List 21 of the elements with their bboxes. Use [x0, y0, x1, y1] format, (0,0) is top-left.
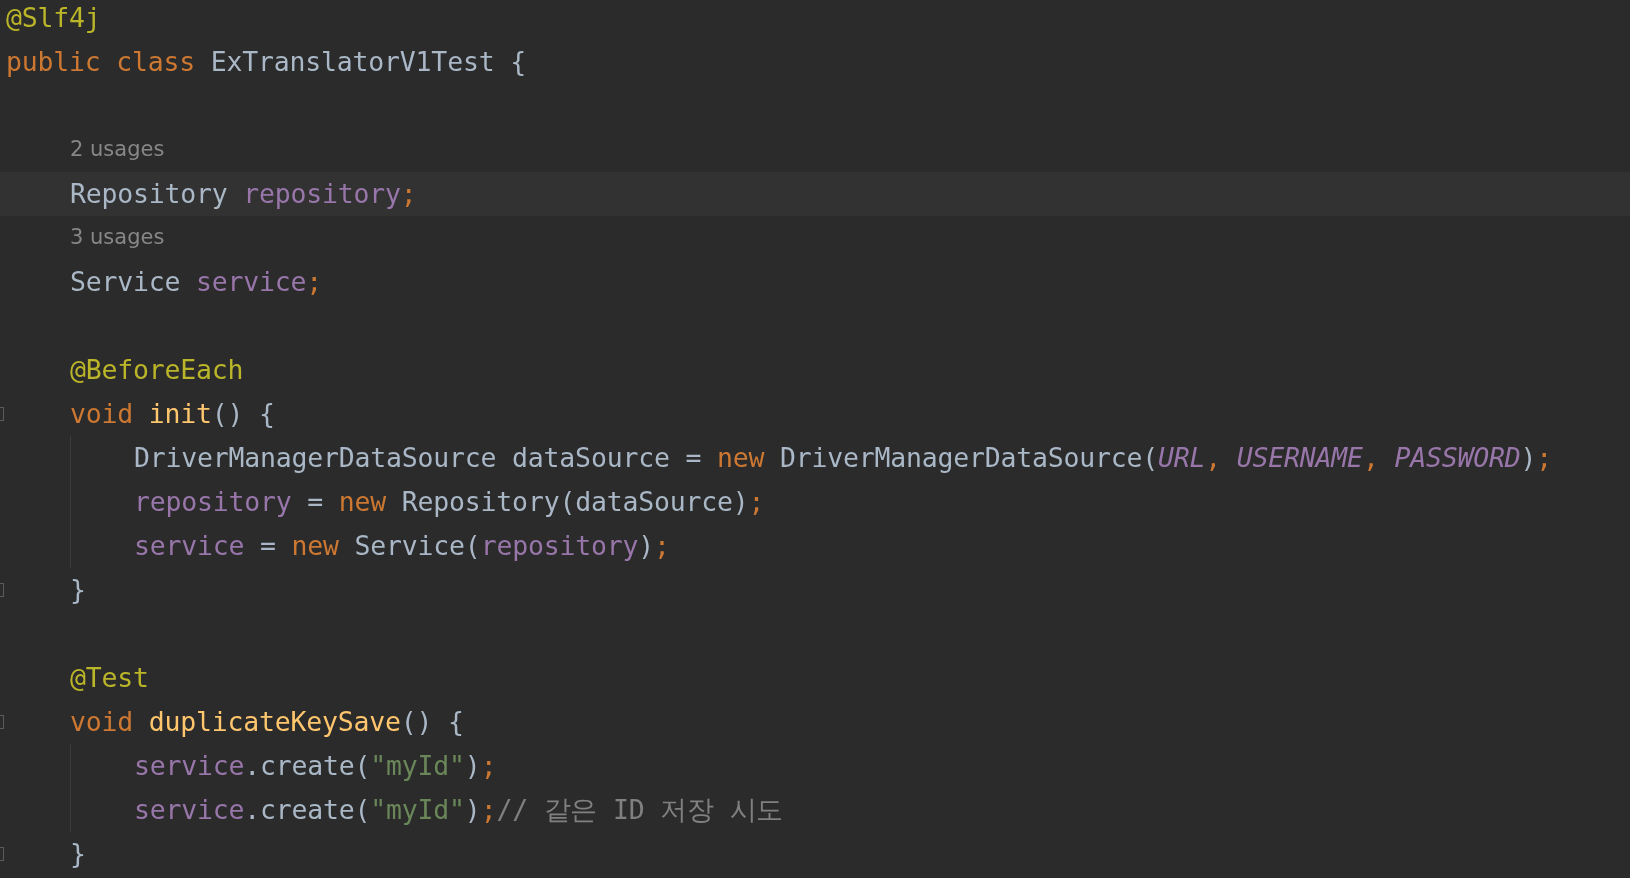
usages-hint[interactable]: 3 usages	[70, 222, 165, 254]
usages-hint[interactable]: 2 usages	[70, 134, 165, 166]
code-line: void duplicateKeySave() {	[70, 705, 464, 740]
code-line: service.create("myId");// 같은 ID 저장 시도	[134, 793, 784, 828]
code-line: service.create("myId");	[134, 749, 497, 784]
code-line: Repository repository;	[70, 177, 417, 212]
fold-icon[interactable]	[0, 407, 4, 421]
code-line: Service service;	[70, 265, 323, 300]
code-line: service = new Service(repository);	[134, 529, 670, 564]
code-line: repository = new Repository(dataSource);	[134, 485, 765, 520]
fold-icon[interactable]	[0, 715, 4, 729]
code-line: void init() {	[70, 397, 275, 432]
code-line: }	[70, 573, 86, 608]
code-line: public class ExTranslatorV1Test {	[6, 45, 526, 80]
fold-icon[interactable]	[0, 583, 4, 597]
fold-icon[interactable]	[0, 847, 4, 861]
code-line: @Slf4j	[6, 1, 101, 36]
code-line: DriverManagerDataSource dataSource = new DriverManagerDataSource(URL, USERNAME, PASSWORD);	[134, 441, 1552, 476]
code-line: @BeforeEach	[70, 353, 244, 388]
code-line: @Test	[70, 661, 149, 696]
code-line: }	[70, 837, 86, 872]
